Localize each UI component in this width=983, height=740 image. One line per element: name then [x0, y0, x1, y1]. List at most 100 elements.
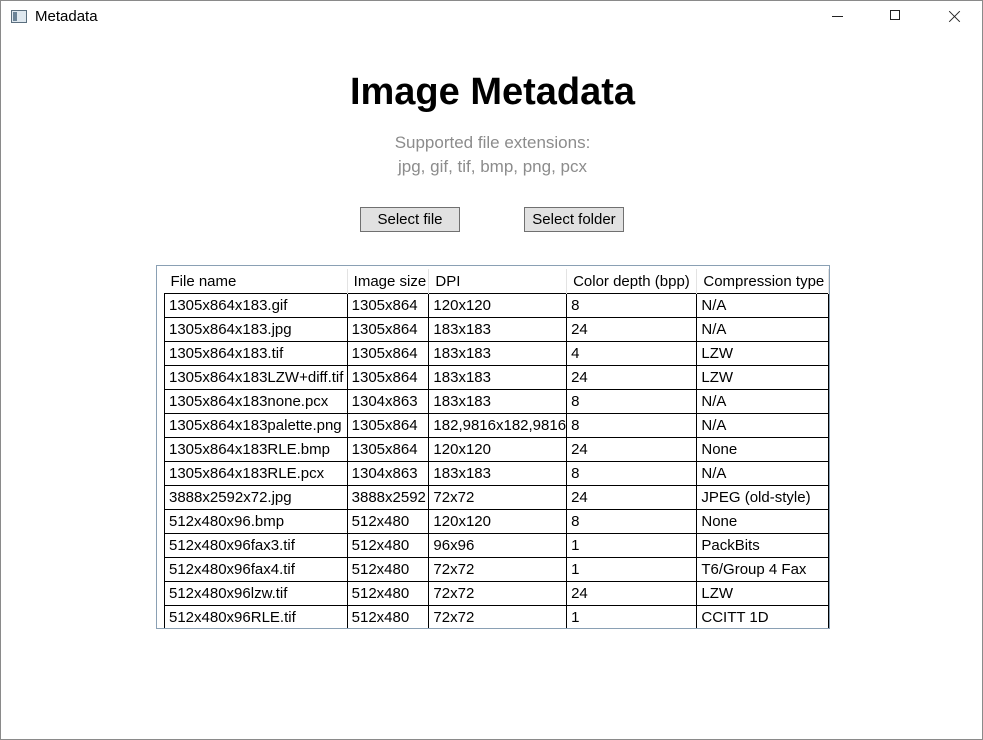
color-depth-cell[interactable]: 8 [566, 461, 698, 486]
dpi-cell[interactable]: 183x183 [428, 341, 568, 366]
color-depth-cell[interactable]: 24 [566, 485, 698, 510]
color-depth-cell[interactable]: 24 [566, 437, 698, 462]
image-size-cell[interactable]: 512x480 [346, 557, 430, 582]
table-row[interactable]: 1305x864x183none.pcx 1304x863 183x183 8 N/A [164, 389, 829, 414]
dpi-cell[interactable]: 183x183 [428, 461, 568, 486]
color-depth-cell[interactable]: 24 [566, 365, 698, 390]
color-depth-cell[interactable]: 8 [566, 413, 698, 438]
table-row[interactable]: 1305x864x183.jpg 1305x864 183x183 24 N/A [164, 317, 829, 342]
table-row[interactable]: 512x480x96RLE.tif 512x480 72x72 1 CCITT 1D [164, 605, 829, 628]
table-row[interactable]: 512x480x96fax3.tif 512x480 96x96 1 PackBits [164, 533, 829, 558]
select-file-button[interactable]: Select file [360, 207, 460, 232]
select-folder-button[interactable]: Select folder [524, 207, 624, 232]
dpi-cell[interactable]: 96x96 [428, 533, 568, 558]
image-size-cell[interactable]: 1304x863 [346, 461, 430, 486]
image-size-cell[interactable]: 1305x864 [346, 413, 430, 438]
file-name-cell[interactable]: 1305x864x183.jpg [164, 317, 348, 342]
color-depth-cell[interactable]: 24 [566, 317, 698, 342]
compression-type-cell[interactable]: N/A [696, 293, 829, 318]
file-name-cell[interactable]: 3888x2592x72.jpg [164, 485, 348, 510]
title-bar[interactable]: Metadata [1, 1, 982, 32]
color-depth-cell[interactable]: 8 [566, 509, 698, 534]
file-name-cell[interactable]: 1305x864x183none.pcx [164, 389, 348, 414]
dpi-cell[interactable]: 183x183 [428, 317, 568, 342]
compression-type-cell[interactable]: T6/Group 4 Fax [696, 557, 829, 582]
close-icon[interactable] [925, 1, 982, 32]
compression-type-cell[interactable]: LZW [696, 365, 829, 390]
metadata-window: Metadata Image Metadata Supported file e… [0, 0, 983, 740]
image-size-cell[interactable]: 512x480 [346, 605, 430, 628]
window-title: Metadata [35, 8, 98, 25]
file-name-cell[interactable]: 1305x864x183LZW+diff.tif [164, 365, 348, 390]
image-size-cell[interactable]: 1304x863 [346, 389, 430, 414]
dpi-cell[interactable]: 72x72 [428, 581, 568, 606]
dpi-cell[interactable]: 183x183 [428, 389, 568, 414]
dpi-cell[interactable]: 72x72 [428, 605, 568, 628]
compression-type-cell[interactable]: N/A [696, 389, 829, 414]
compression-type-cell[interactable]: None [696, 509, 829, 534]
image-size-cell[interactable]: 1305x864 [346, 341, 430, 366]
table-row[interactable]: 512x480x96.bmp 512x480 120x120 8 None [164, 509, 829, 534]
image-size-cell[interactable]: 1305x864 [346, 365, 430, 390]
file-name-cell[interactable]: 1305x864x183.gif [164, 293, 348, 318]
image-size-cell[interactable]: 3888x2592 [346, 485, 430, 510]
image-size-cell[interactable]: 1305x864 [346, 317, 430, 342]
image-size-cell[interactable]: 512x480 [346, 533, 430, 558]
table-row[interactable]: 1305x864x183RLE.pcx 1304x863 183x183 8 N/A [164, 461, 829, 486]
maximize-icon[interactable] [867, 1, 925, 32]
color-depth-cell[interactable]: 1 [566, 533, 698, 558]
column-header-compression-type[interactable]: Compression type [696, 269, 829, 294]
color-depth-cell[interactable]: 24 [566, 581, 698, 606]
color-depth-cell[interactable]: 4 [566, 341, 698, 366]
compression-type-cell[interactable]: JPEG (old-style) [696, 485, 829, 510]
dpi-cell[interactable]: 120x120 [428, 437, 568, 462]
file-name-cell[interactable]: 1305x864x183palette.png [164, 413, 348, 438]
dpi-cell[interactable]: 182,9816x182,9816 [428, 413, 568, 438]
table-row[interactable]: 1305x864x183LZW+diff.tif 1305x864 183x183 2… [164, 365, 829, 390]
metadata-table[interactable]: File name Image size DPI Color depth (bp… [156, 265, 830, 629]
table-row[interactable]: 1305x864x183.gif 1305x864 120x120 8 N/A [164, 293, 829, 318]
file-name-cell[interactable]: 512x480x96fax3.tif [164, 533, 348, 558]
column-header-dpi[interactable]: DPI [428, 269, 568, 294]
compression-type-cell[interactable]: N/A [696, 461, 829, 486]
compression-type-cell[interactable]: None [696, 437, 829, 462]
color-depth-cell[interactable]: 1 [566, 605, 698, 628]
file-name-cell[interactable]: 512x480x96lzw.tif [164, 581, 348, 606]
image-size-cell[interactable]: 512x480 [346, 509, 430, 534]
file-name-cell[interactable]: 512x480x96RLE.tif [164, 605, 348, 628]
column-header-image-size[interactable]: Image size [347, 269, 430, 294]
metadata-grid: File name Image size DPI Color depth (bp… [164, 269, 829, 628]
image-size-cell[interactable]: 1305x864 [346, 437, 430, 462]
dpi-cell[interactable]: 72x72 [428, 485, 568, 510]
table-row[interactable]: 1305x864x183.tif 1305x864 183x183 4 LZW [164, 341, 829, 366]
image-size-cell[interactable]: 1305x864 [346, 293, 430, 318]
file-name-cell[interactable]: 512x480x96.bmp [164, 509, 348, 534]
column-header-color-depth[interactable]: Color depth (bpp) [566, 269, 698, 294]
dpi-cell[interactable]: 120x120 [428, 293, 568, 318]
color-depth-cell[interactable]: 8 [566, 293, 698, 318]
table-row[interactable]: 1305x864x183palette.png 1305x864 182,9816x… [164, 413, 829, 438]
dpi-cell[interactable]: 183x183 [428, 365, 568, 390]
table-row[interactable]: 512x480x96fax4.tif 512x480 72x72 1 T6/Group … [164, 557, 829, 582]
file-name-cell[interactable]: 1305x864x183RLE.bmp [164, 437, 348, 462]
compression-type-cell[interactable]: LZW [696, 581, 829, 606]
minimize-icon[interactable] [809, 1, 867, 32]
file-name-cell[interactable]: 1305x864x183.tif [164, 341, 348, 366]
color-depth-cell[interactable]: 1 [566, 557, 698, 582]
compression-type-cell[interactable]: N/A [696, 413, 829, 438]
table-row[interactable]: 3888x2592x72.jpg 3888x2592 72x72 24 JPEG (ol… [164, 485, 829, 510]
file-name-cell[interactable]: 1305x864x183RLE.pcx [164, 461, 348, 486]
table-row[interactable]: 512x480x96lzw.tif 512x480 72x72 24 LZW [164, 581, 829, 606]
compression-type-cell[interactable]: PackBits [696, 533, 829, 558]
file-name-cell[interactable]: 512x480x96fax4.tif [164, 557, 348, 582]
dpi-cell[interactable]: 120x120 [428, 509, 568, 534]
color-depth-cell[interactable]: 8 [566, 389, 698, 414]
compression-type-cell[interactable]: N/A [696, 317, 829, 342]
supported-extensions-list: jpg, gif, tif, bmp, png, pcx [398, 157, 587, 176]
table-row[interactable]: 1305x864x183RLE.bmp 1305x864 120x120 24 None [164, 437, 829, 462]
column-header-file-name[interactable]: File name [164, 269, 348, 294]
compression-type-cell[interactable]: CCITT 1D [696, 605, 829, 628]
compression-type-cell[interactable]: LZW [696, 341, 829, 366]
dpi-cell[interactable]: 72x72 [428, 557, 568, 582]
image-size-cell[interactable]: 512x480 [346, 581, 430, 606]
